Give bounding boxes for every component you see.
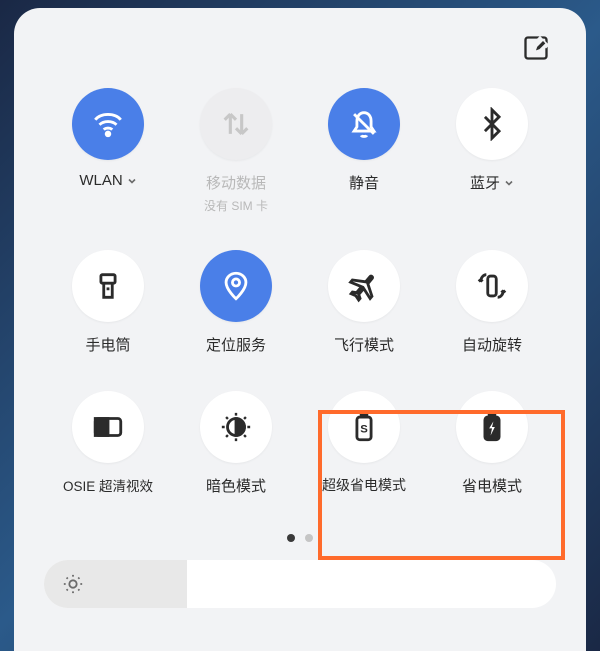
tile-wlan-toggle[interactable] bbox=[72, 88, 144, 160]
tile-autorotate-label: 自动旋转 bbox=[462, 334, 522, 355]
bluetooth-icon bbox=[475, 107, 509, 141]
battery-super-save-icon: S bbox=[347, 410, 381, 444]
dark-mode-icon bbox=[219, 410, 253, 444]
tile-powersave-toggle[interactable] bbox=[456, 391, 528, 463]
tile-mobiledata[interactable]: 移动数据 没有 SIM 卡 bbox=[172, 88, 300, 214]
brightness-icon bbox=[62, 573, 84, 595]
tile-autorotate[interactable]: 自动旋转 bbox=[428, 250, 556, 355]
svg-text:S: S bbox=[360, 424, 368, 436]
tile-superpowersave-toggle[interactable]: S bbox=[328, 391, 400, 463]
chevron-down-icon[interactable] bbox=[127, 176, 137, 186]
brightness-slider[interactable] bbox=[44, 560, 556, 608]
tile-bluetooth-toggle[interactable] bbox=[456, 88, 528, 160]
tile-mobiledata-label: 移动数据 bbox=[206, 172, 266, 193]
tile-osie-label: OSIE 超清视效 bbox=[63, 475, 153, 495]
tile-flashlight-label: 手电筒 bbox=[85, 334, 130, 355]
page-dot-1[interactable] bbox=[305, 534, 313, 542]
wifi-icon bbox=[91, 107, 125, 141]
tile-bluetooth-label-wrap: 蓝牙 bbox=[470, 172, 514, 193]
location-icon bbox=[219, 269, 253, 303]
tile-osie-toggle[interactable] bbox=[72, 391, 144, 463]
tile-powersave-label-wrap: 省电模式 bbox=[462, 475, 522, 496]
tile-mute[interactable]: 静音 bbox=[300, 88, 428, 214]
tile-darkmode-label: 暗色模式 bbox=[206, 475, 266, 496]
tile-powersave[interactable]: 省电模式 bbox=[428, 391, 556, 496]
tile-superpowersave-label-wrap: 超级省电模式 bbox=[322, 475, 406, 495]
tile-bluetooth[interactable]: 蓝牙 bbox=[428, 88, 556, 214]
tile-powersave-label: 省电模式 bbox=[462, 475, 522, 496]
chevron-down-icon[interactable] bbox=[504, 178, 514, 188]
rotate-icon bbox=[475, 269, 509, 303]
tile-osie[interactable]: OSIE 超清视效 bbox=[44, 391, 172, 496]
tile-superpowersave-label: 超级省电模式 bbox=[322, 475, 406, 495]
airplane-icon bbox=[347, 269, 381, 303]
tile-wlan[interactable]: WLAN bbox=[44, 88, 172, 214]
tile-autorotate-label-wrap: 自动旋转 bbox=[462, 334, 522, 355]
tile-airplane-toggle[interactable] bbox=[328, 250, 400, 322]
tile-mobiledata-sub: 没有 SIM 卡 bbox=[204, 197, 268, 214]
header-row bbox=[44, 28, 556, 68]
tile-mute-label: 静音 bbox=[349, 172, 379, 193]
tile-location-label-wrap: 定位服务 bbox=[206, 334, 266, 355]
tile-osie-label-wrap: OSIE 超清视效 bbox=[63, 475, 153, 495]
tile-flashlight[interactable]: 手电筒 bbox=[44, 250, 172, 355]
tile-darkmode-label-wrap: 暗色模式 bbox=[206, 475, 266, 496]
tile-flashlight-toggle[interactable] bbox=[72, 250, 144, 322]
tile-location[interactable]: 定位服务 bbox=[172, 250, 300, 355]
flashlight-icon bbox=[91, 269, 125, 303]
tile-mobiledata-label-wrap: 移动数据 bbox=[206, 172, 266, 193]
edit-button[interactable] bbox=[522, 34, 550, 62]
tile-superpowersave[interactable]: S 超级省电模式 bbox=[300, 391, 428, 496]
tiles-grid: WLAN 移动数据 没有 SIM 卡 bbox=[44, 88, 556, 496]
bell-off-icon bbox=[347, 107, 381, 141]
tile-airplane-label: 飞行模式 bbox=[334, 334, 394, 355]
tile-location-toggle[interactable] bbox=[200, 250, 272, 322]
tile-airplane-label-wrap: 飞行模式 bbox=[334, 334, 394, 355]
tile-darkmode[interactable]: 暗色模式 bbox=[172, 391, 300, 496]
tile-airplane[interactable]: 飞行模式 bbox=[300, 250, 428, 355]
display-effect-icon bbox=[91, 410, 125, 444]
battery-save-icon bbox=[475, 410, 509, 444]
tile-mobiledata-toggle[interactable] bbox=[200, 88, 272, 160]
tile-mute-label-wrap: 静音 bbox=[349, 172, 379, 193]
tile-mute-toggle[interactable] bbox=[328, 88, 400, 160]
edit-icon bbox=[522, 34, 550, 62]
quick-settings-panel: WLAN 移动数据 没有 SIM 卡 bbox=[14, 8, 586, 651]
tile-location-label: 定位服务 bbox=[206, 334, 266, 355]
tile-autorotate-toggle[interactable] bbox=[456, 250, 528, 322]
page-dot-0[interactable] bbox=[287, 534, 295, 542]
tile-wlan-label: WLAN bbox=[79, 172, 122, 189]
page-indicator[interactable] bbox=[44, 534, 556, 542]
tile-bluetooth-label: 蓝牙 bbox=[470, 172, 500, 193]
tile-wlan-label-wrap: WLAN bbox=[79, 172, 136, 189]
tile-darkmode-toggle[interactable] bbox=[200, 391, 272, 463]
mobile-data-icon bbox=[219, 107, 253, 141]
tile-flashlight-label-wrap: 手电筒 bbox=[85, 334, 130, 355]
